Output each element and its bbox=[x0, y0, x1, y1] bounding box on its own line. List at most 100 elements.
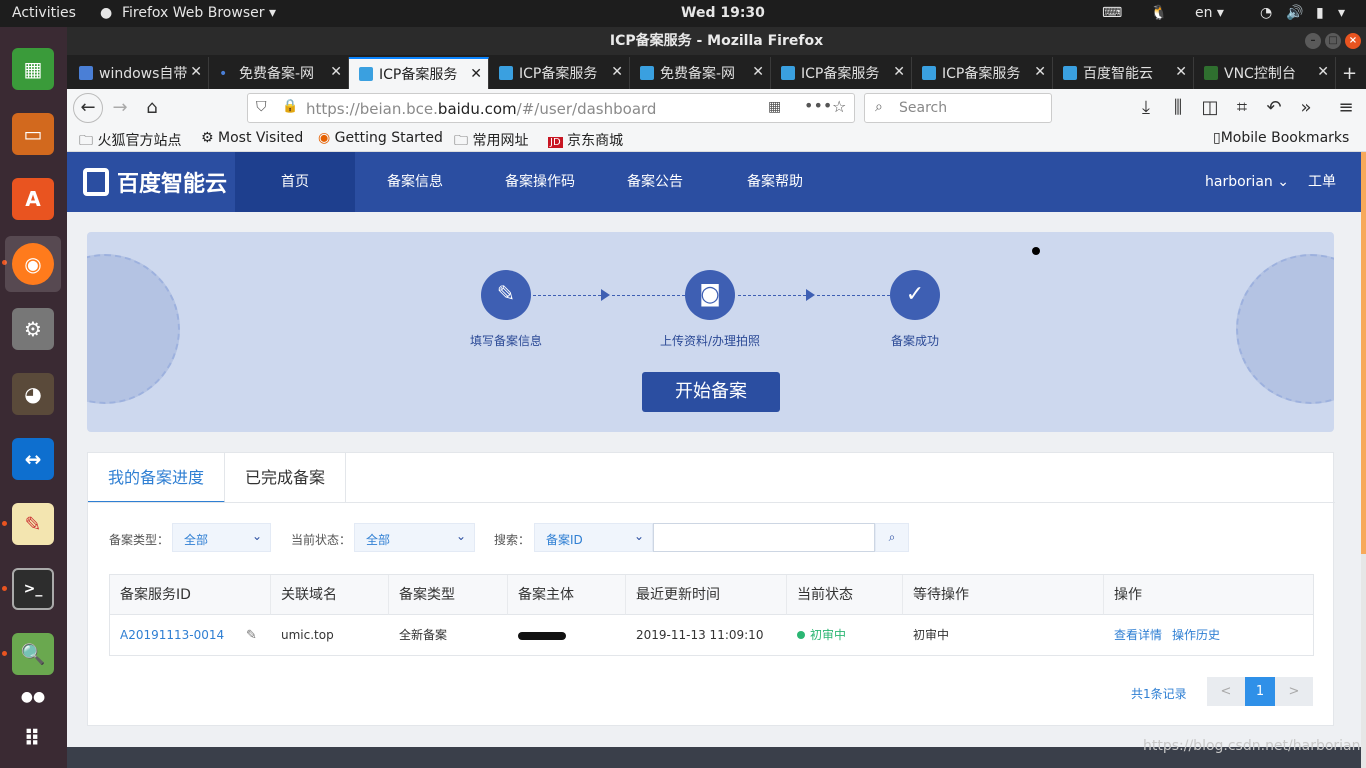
baidu-cloud-logo[interactable]: 百度智能云 bbox=[83, 166, 227, 198]
beian-progress-panel: 我的备案进度 已完成备案 备案类型： 全部 ⌄ 当前状态： 全部 ⌄ 搜索： 备案I… bbox=[87, 452, 1335, 726]
overflow-chevron-icon[interactable]: » bbox=[1293, 95, 1319, 121]
beian-table: 备案服务ID 关联域名 备案类型 备案主体 最近更新时间 当前状态 等待操作 操… bbox=[109, 574, 1314, 656]
bookmark-common-sites[interactable]: 🗀 常用网址 bbox=[454, 130, 528, 154]
bookmark-firefox-site[interactable]: 🗀 火狐官方站点 bbox=[79, 130, 181, 154]
sidebar-icon[interactable]: ◫ bbox=[1197, 95, 1223, 121]
terminal-launcher[interactable]: >_ bbox=[5, 561, 61, 617]
beian-search-input[interactable] bbox=[653, 523, 875, 552]
tab-baidu-cloud[interactable]: 百度智能云 ✕ bbox=[1053, 57, 1194, 89]
close-tab-icon[interactable]: ✕ bbox=[330, 64, 342, 80]
close-window-icon[interactable]: × bbox=[1345, 33, 1361, 49]
nav-home[interactable]: 首页 bbox=[235, 152, 355, 212]
tab-windows[interactable]: windows自带 ✕ bbox=[69, 57, 209, 89]
text-editor-launcher[interactable]: ✎ bbox=[5, 496, 61, 552]
wifi-icon[interactable]: ◔ bbox=[1260, 5, 1272, 21]
shield-icon[interactable]: ⛉ bbox=[256, 99, 267, 115]
tab-free-beian-2[interactable]: 免费备案-网 ✕ bbox=[630, 57, 771, 89]
activities-button[interactable]: Activities bbox=[12, 5, 76, 21]
row-beian-id-link[interactable]: A20191113-0014 bbox=[110, 615, 224, 656]
keyboard-icon[interactable]: ⌨ bbox=[1102, 5, 1122, 21]
close-tab-icon[interactable]: ✕ bbox=[1317, 64, 1329, 80]
tab-free-beian[interactable]: • 免费备案-网 ✕ bbox=[209, 57, 349, 89]
search-field-select[interactable]: 备案ID ⌄ bbox=[534, 523, 653, 552]
tab-completed[interactable]: 已完成备案 bbox=[225, 453, 346, 503]
page-1-button[interactable]: 1 bbox=[1245, 677, 1275, 706]
status-filter-select[interactable]: 全部 ⌄ bbox=[354, 523, 475, 552]
tux-icon[interactable]: 🐧 bbox=[1150, 5, 1167, 21]
lock-icon[interactable]: 🔒 bbox=[282, 99, 298, 114]
search-input[interactable]: ⌕ Search bbox=[864, 93, 1052, 123]
app-menu[interactable]: Firefox Web Browser ▾ bbox=[122, 5, 276, 21]
close-tab-icon[interactable]: ✕ bbox=[752, 64, 764, 80]
next-page-button[interactable]: > bbox=[1275, 677, 1313, 706]
bookmark-getting-started[interactable]: ◉ Getting Started bbox=[318, 130, 443, 146]
prev-page-button[interactable]: < bbox=[1207, 677, 1245, 706]
tab-icp-active[interactable]: ICP备案服务 ✕ bbox=[349, 57, 489, 89]
battery-icon[interactable]: ▮ bbox=[1316, 5, 1324, 21]
type-filter-select[interactable]: 全部 ⌄ bbox=[172, 523, 271, 552]
clock[interactable]: Wed 19:30 bbox=[681, 5, 765, 21]
bookmark-most-visited[interactable]: ⚙ Most Visited bbox=[201, 130, 303, 146]
nav-beian-help[interactable]: 备案帮助 bbox=[725, 152, 825, 212]
hamburger-menu-icon[interactable]: ≡ bbox=[1333, 95, 1359, 121]
url-bar[interactable]: ⛉ 🔒 https://beian.bce.baidu.com/#/user/d… bbox=[247, 93, 855, 123]
new-tab-button[interactable]: + bbox=[1336, 57, 1366, 89]
search-icon: ⌕ bbox=[888, 530, 896, 544]
back-button[interactable]: ← bbox=[73, 93, 103, 123]
software-center-launcher[interactable]: A bbox=[5, 171, 61, 227]
mobile-bookmarks[interactable]: ▯Mobile Bookmarks bbox=[1213, 130, 1349, 146]
maximize-icon[interactable]: □ bbox=[1325, 33, 1341, 49]
csdn-watermark: https://blog.csdn.net/harborian bbox=[1143, 738, 1361, 754]
gimp-launcher[interactable]: ◕ bbox=[5, 366, 61, 422]
library-icon[interactable]: ⫼ bbox=[1165, 95, 1191, 121]
image-viewer-launcher[interactable]: 🔍 bbox=[5, 626, 61, 682]
firefox-launcher[interactable]: ◉ bbox=[5, 236, 61, 292]
nav-worklist[interactable]: 工单 bbox=[1303, 152, 1341, 212]
page-actions-icon[interactable]: ••• bbox=[804, 96, 832, 115]
tab-vnc[interactable]: VNC控制台 ✕ bbox=[1194, 57, 1336, 89]
tab-my-progress[interactable]: 我的备案进度 bbox=[88, 453, 225, 503]
close-tab-icon[interactable]: ✕ bbox=[470, 66, 482, 82]
search-button[interactable]: ⌕ bbox=[875, 523, 909, 552]
tab-icp-2[interactable]: ICP备案服务 ✕ bbox=[489, 57, 630, 89]
url-text[interactable]: https://beian.bce.baidu.com/#/user/dashb… bbox=[306, 100, 656, 118]
qr-code-icon[interactable]: ▦ bbox=[768, 99, 781, 115]
language-indicator[interactable]: en ▾ bbox=[1195, 5, 1224, 21]
tab-icp-3[interactable]: ICP备案服务 ✕ bbox=[771, 57, 912, 89]
view-details-link[interactable]: 查看详情 bbox=[1104, 615, 1162, 656]
close-tab-icon[interactable]: ✕ bbox=[190, 64, 202, 80]
power-menu-icon[interactable]: ▾ bbox=[1338, 5, 1345, 21]
operation-history-link[interactable]: 操作历史 bbox=[1162, 615, 1220, 656]
close-tab-icon[interactable]: ✕ bbox=[611, 64, 623, 80]
nav-beian-info[interactable]: 备案信息 bbox=[355, 152, 475, 212]
downloads-icon[interactable]: ⤓ bbox=[1133, 95, 1159, 121]
scrollbar-thumb[interactable] bbox=[1361, 152, 1366, 554]
undo-icon[interactable]: ↶ bbox=[1261, 95, 1287, 121]
show-applications-button[interactable]: ⠿ bbox=[5, 711, 61, 767]
tab-icp-4[interactable]: ICP备案服务 ✕ bbox=[912, 57, 1053, 89]
libreoffice-calc-launcher[interactable]: ▦ bbox=[5, 41, 61, 97]
bookmark-star-icon[interactable]: ☆ bbox=[832, 97, 846, 116]
bookmark-jd[interactable]: JD 京东商城 bbox=[548, 130, 623, 150]
minimize-icon[interactable]: – bbox=[1305, 33, 1321, 49]
system-settings-launcher[interactable]: ⚙ bbox=[5, 301, 61, 357]
start-beian-button[interactable]: 开始备案 bbox=[642, 372, 780, 412]
close-tab-icon[interactable]: ✕ bbox=[1175, 64, 1187, 80]
step-connector bbox=[738, 295, 806, 296]
libreoffice-impress-launcher[interactable]: ▭ bbox=[5, 106, 61, 162]
home-button[interactable]: ⌂ bbox=[139, 95, 165, 121]
nav-beian-notice[interactable]: 备案公告 bbox=[605, 152, 705, 212]
forward-button[interactable]: → bbox=[107, 95, 133, 121]
edit-record-icon[interactable]: ✎ bbox=[236, 615, 257, 656]
tab-favicon-icon bbox=[1204, 66, 1218, 80]
page-scrollbar[interactable] bbox=[1361, 152, 1366, 768]
nav-beian-code[interactable]: 备案操作码 bbox=[475, 152, 605, 212]
trash-launcher[interactable]: ●● bbox=[5, 687, 61, 707]
close-tab-icon[interactable]: ✕ bbox=[1034, 64, 1046, 80]
jd-icon: JD bbox=[548, 137, 563, 148]
user-menu[interactable]: harborian ⌄ bbox=[1197, 152, 1297, 212]
close-tab-icon[interactable]: ✕ bbox=[893, 64, 905, 80]
volume-icon[interactable]: 🔊 bbox=[1286, 5, 1303, 21]
teamviewer-launcher[interactable]: ↔ bbox=[5, 431, 61, 487]
screenshot-icon[interactable]: ⌗ bbox=[1229, 95, 1255, 121]
